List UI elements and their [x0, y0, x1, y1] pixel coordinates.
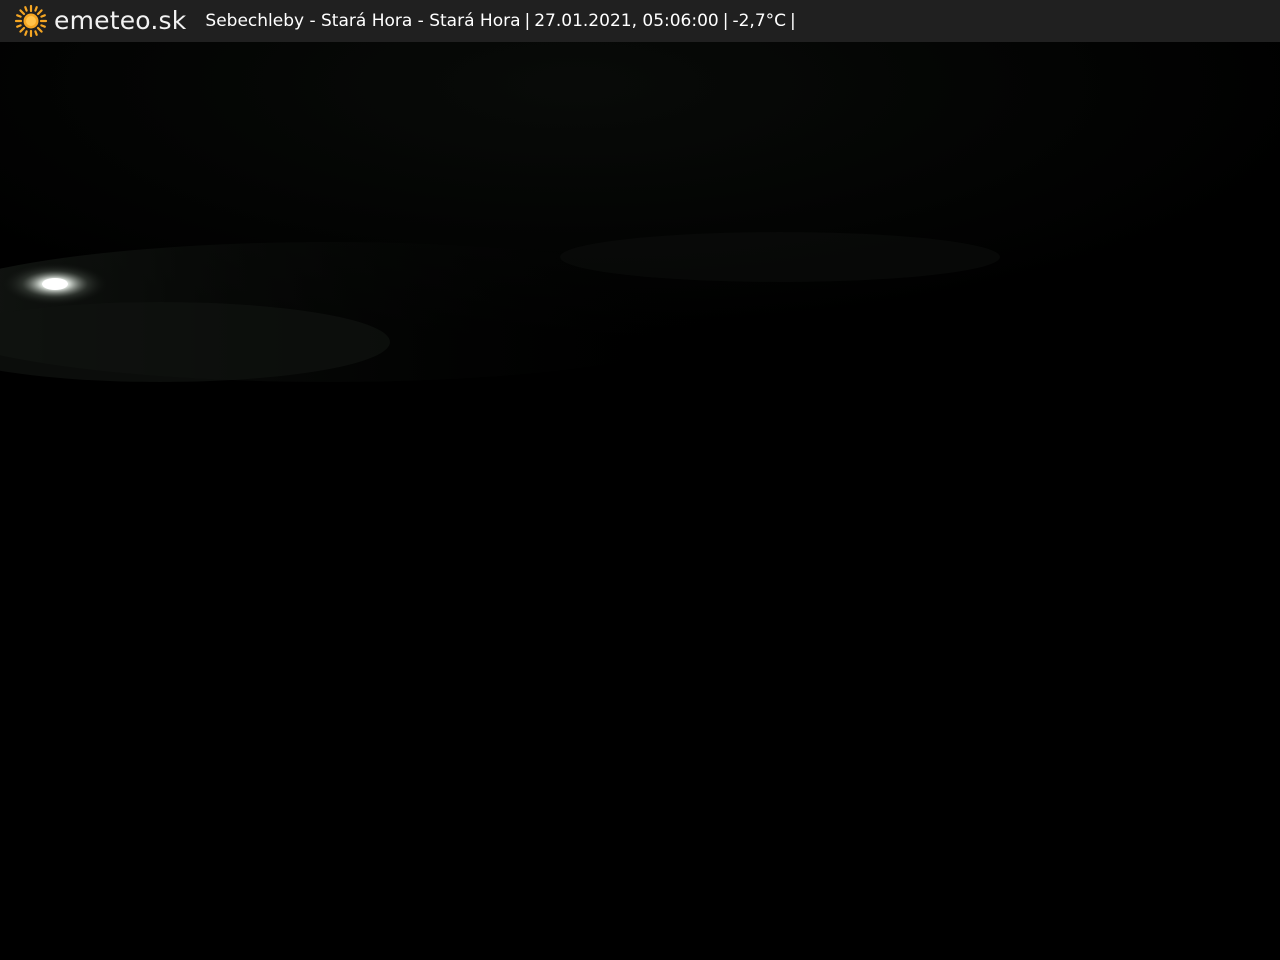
webcam-frame: emeteo.sk Sebechleby - Stará Hora - Star… [0, 0, 1280, 960]
capture-datetime: 27.01.2021, 05:06:00 [534, 11, 719, 31]
night-scene [0, 42, 1280, 960]
emeteo-logo[interactable]: emeteo.sk [14, 0, 186, 42]
caption-separator: | [524, 11, 531, 31]
location-name: Sebechleby - Stará Hora - Stará Hora [205, 11, 521, 31]
temperature-value: -2,7°C [732, 11, 787, 31]
caption-bar: emeteo.sk Sebechleby - Stará Hora - Star… [0, 0, 1280, 42]
webcam-night-image [0, 42, 1280, 960]
caption-separator: | [722, 11, 729, 31]
sun-icon [14, 4, 48, 38]
caption-separator: | [790, 11, 796, 31]
webcam-caption: Sebechleby - Stará Hora - Stará Hora | 2… [205, 0, 799, 42]
brand-name: emeteo.sk [54, 6, 187, 35]
